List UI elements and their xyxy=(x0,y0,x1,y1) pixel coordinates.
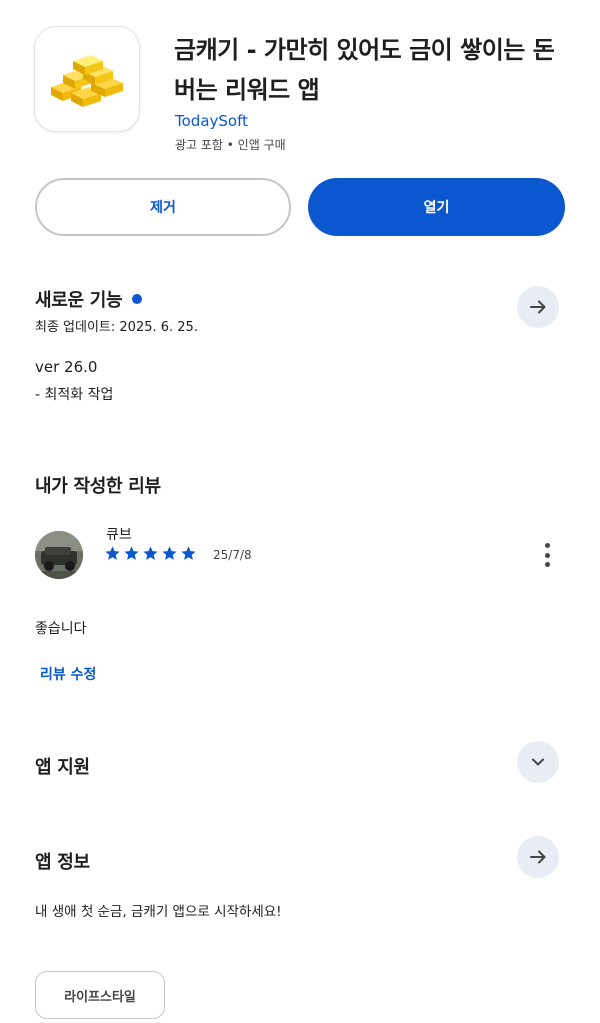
developer-link[interactable]: TodaySoft xyxy=(175,112,248,130)
review-date: 25/7/8 xyxy=(213,548,252,562)
whats-new-arrow-button[interactable] xyxy=(517,286,559,328)
more-vert-icon xyxy=(544,543,550,548)
whats-new-heading[interactable]: 새로운 기능 xyxy=(35,286,143,312)
arrow-right-icon xyxy=(530,300,546,314)
app-icon xyxy=(34,26,140,132)
remove-button[interactable]: 제거 xyxy=(35,178,291,236)
release-notes-text: - 최적화 작업 xyxy=(35,387,114,403)
star-icon xyxy=(162,546,177,560)
review-text: 좋습니다 xyxy=(35,621,87,637)
star-icon xyxy=(181,546,196,560)
about-app-title[interactable]: 앱 정보 xyxy=(35,848,90,874)
open-button[interactable]: 열기 xyxy=(308,178,565,236)
app-title: 금캐기 - 가만히 있어도 금이 쌓이는 돈버는 리워드 앱 xyxy=(174,36,555,104)
about-app-arrow-button[interactable] xyxy=(517,836,559,878)
arrow-right-icon xyxy=(530,850,546,864)
whats-new-title: 새로운 기능 xyxy=(35,290,123,311)
star-icon xyxy=(124,546,139,560)
chevron-down-icon xyxy=(532,758,544,766)
more-options-button[interactable] xyxy=(537,540,557,570)
star-rating xyxy=(104,545,197,562)
category-chip[interactable]: 라이프스타일 xyxy=(35,971,165,1019)
last-updated-text: 최종 업데이트: 2025. 6. 25. xyxy=(35,320,198,335)
star-icon xyxy=(143,546,158,560)
app-support-title[interactable]: 앱 지원 xyxy=(35,753,90,779)
app-description: 내 생애 첫 순금, 금캐기 앱으로 시작하세요! xyxy=(35,904,282,920)
avatar xyxy=(35,531,83,579)
star-icon xyxy=(105,546,120,560)
version-text: ver 26.0 xyxy=(35,358,98,376)
reviewer-name: 큐브 xyxy=(106,527,132,543)
new-indicator-dot xyxy=(132,294,143,304)
my-review-title: 내가 작성한 리뷰 xyxy=(35,476,161,497)
edit-review-link[interactable]: 리뷰 수정 xyxy=(40,664,96,684)
gold-bars-icon xyxy=(51,55,123,107)
app-meta-info: 광고 포함 • 인앱 구매 xyxy=(175,138,286,152)
app-support-expand-button[interactable] xyxy=(517,741,559,783)
